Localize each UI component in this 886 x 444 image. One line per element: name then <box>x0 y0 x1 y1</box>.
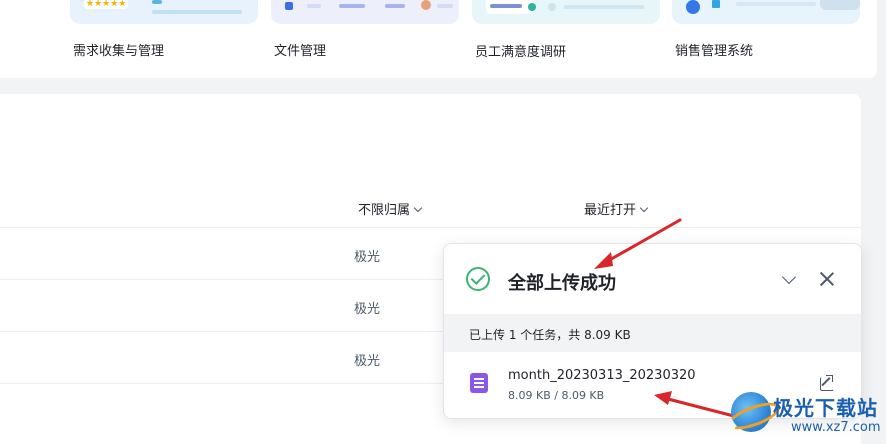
close-icon[interactable] <box>818 270 836 288</box>
table-divider <box>0 227 861 228</box>
template-thumbnail: ★★★★★ <box>70 0 258 24</box>
watermark-logo-icon <box>731 392 771 432</box>
template-label: 员工满意度调研 <box>475 45 567 60</box>
template-card-survey[interactable]: 员工满意度调研 <box>472 0 660 60</box>
site-watermark: 极光下载站 www.xz7.com <box>727 388 885 442</box>
file-progress: 8.09 KB / 8.09 KB <box>508 389 605 402</box>
template-label: 文件管理 <box>274 44 327 59</box>
watermark-title: 极光下载站 <box>773 396 878 420</box>
table-row-owner: 极光 <box>354 354 381 369</box>
watermark-url: www.xz7.com <box>791 420 881 435</box>
template-card-requirements[interactable]: ★★★★★ 需求收集与管理 <box>70 0 258 59</box>
rating-stars-icon: ★★★★★ <box>84 0 129 9</box>
upload-summary-text: 已上传 1 个任务，共 8.09 KB <box>469 328 631 342</box>
table-row-owner: 极光 <box>354 302 381 317</box>
template-label: 销售管理系统 <box>675 44 754 59</box>
sheet-file-icon <box>470 373 488 393</box>
template-thumbnail <box>271 0 459 24</box>
table-row-owner: 极光 <box>354 250 381 265</box>
template-gallery: ★★★★★ 需求收集与管理 文件管理 员工满意度调研 销售管理系统 <box>0 0 877 78</box>
chevron-down-icon <box>639 203 649 213</box>
popup-title: 全部上传成功 <box>508 273 616 294</box>
owner-filter-dropdown[interactable]: 不限归属 <box>358 199 423 218</box>
upload-summary-bar: 已上传 1 个任务，共 8.09 KB <box>444 314 861 352</box>
template-card-sales[interactable]: 销售管理系统 <box>672 0 860 59</box>
file-name: month_20230313_20230320 <box>508 368 696 383</box>
check-circle-icon <box>466 267 490 291</box>
template-thumbnail <box>672 0 860 24</box>
popup-header: 全部上传成功 <box>444 244 861 314</box>
sort-label: 最近打开 <box>584 203 637 218</box>
chevron-down-icon <box>413 203 423 213</box>
owner-filter-label: 不限归属 <box>358 203 411 218</box>
template-thumbnail <box>472 0 660 24</box>
sort-dropdown[interactable]: 最近打开 <box>584 199 649 218</box>
chevron-down-icon[interactable] <box>780 270 798 288</box>
template-label: 需求收集与管理 <box>73 44 165 59</box>
template-card-files[interactable]: 文件管理 <box>271 0 459 59</box>
